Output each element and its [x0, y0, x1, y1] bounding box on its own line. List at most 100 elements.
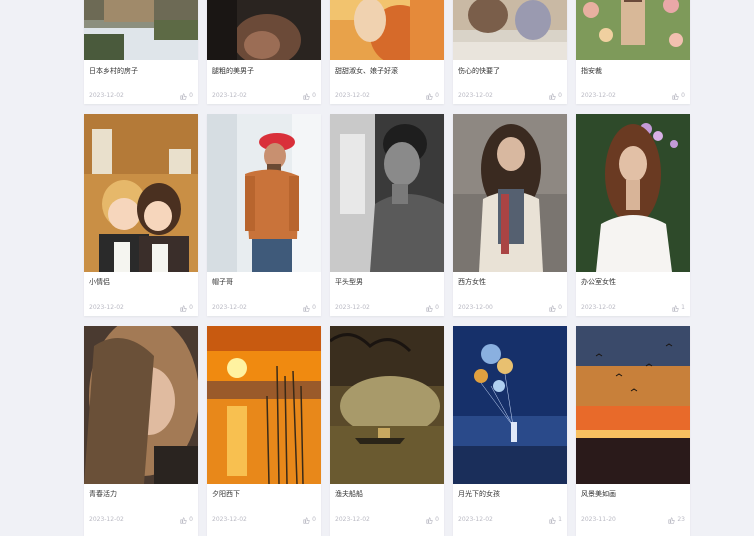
image-card[interactable]: 平头型男 2023-12-02 0 — [330, 114, 444, 316]
thumb-up-icon — [672, 92, 679, 100]
thumb-up-icon — [303, 304, 310, 312]
image-gallery-grid: 日本乡村的房子 2023-12-02 0 腿粗的美男子 2023-12-02 0 — [0, 0, 754, 536]
like-count[interactable]: 0 — [549, 304, 562, 312]
image-card[interactable]: 月光下的女孩 2023-12-02 1 — [453, 326, 567, 536]
thumb-up-icon — [180, 92, 187, 100]
like-count-value: 0 — [312, 516, 316, 523]
like-count[interactable]: 23 — [668, 516, 685, 524]
like-count[interactable]: 0 — [303, 304, 316, 312]
card-date: 2023-12-02 — [212, 92, 247, 99]
image-card[interactable]: 青春活力 2023-12-02 0 — [84, 326, 198, 536]
card-thumbnail[interactable] — [330, 326, 444, 484]
thumb-up-icon — [549, 516, 556, 524]
card-date: 2023-12-00 — [458, 304, 493, 311]
like-count[interactable]: 0 — [303, 516, 316, 524]
card-thumbnail[interactable] — [84, 114, 198, 272]
thumb-up-icon — [549, 304, 556, 312]
card-date: 2023-12-02 — [212, 304, 247, 311]
like-count[interactable]: 0 — [672, 92, 685, 100]
like-count-value: 0 — [558, 304, 562, 311]
like-count-value: 0 — [189, 516, 193, 523]
like-count[interactable]: 1 — [549, 516, 562, 524]
card-date: 2023-12-02 — [89, 304, 124, 311]
image-card[interactable]: 甜甜淑女、娘子好滚 2023-12-02 0 — [330, 0, 444, 104]
like-count-value: 0 — [681, 92, 685, 99]
image-card[interactable]: 指安裁 2023-12-02 0 — [576, 0, 690, 104]
image-card[interactable]: 渔夫船船 2023-12-02 0 — [330, 326, 444, 536]
card-title[interactable]: 平头型男 — [335, 278, 439, 287]
card-title[interactable]: 甜甜淑女、娘子好滚 — [335, 67, 439, 76]
like-count[interactable]: 0 — [426, 516, 439, 524]
card-title[interactable]: 渔夫船船 — [335, 490, 439, 499]
card-thumbnail[interactable] — [453, 114, 567, 272]
thumb-up-icon — [180, 304, 187, 312]
thumb-up-icon — [549, 92, 556, 100]
image-card[interactable]: 伤心的快要了 2023-12-02 0 — [453, 0, 567, 104]
like-count-value: 1 — [558, 516, 562, 523]
like-count[interactable]: 0 — [426, 92, 439, 100]
like-count[interactable]: 0 — [426, 304, 439, 312]
like-count-value: 0 — [435, 92, 439, 99]
card-thumbnail[interactable] — [84, 0, 198, 60]
card-thumbnail[interactable] — [207, 114, 321, 272]
card-title[interactable]: 腿粗的美男子 — [212, 67, 316, 76]
card-title[interactable]: 帽子哥 — [212, 278, 316, 287]
card-title[interactable]: 西方女性 — [458, 278, 562, 287]
card-date: 2023-12-02 — [212, 516, 247, 523]
card-date: 2023-12-02 — [89, 516, 124, 523]
card-title[interactable]: 日本乡村的房子 — [89, 67, 193, 76]
thumb-up-icon — [426, 92, 433, 100]
card-title[interactable]: 夕阳西下 — [212, 490, 316, 499]
like-count[interactable]: 0 — [549, 92, 562, 100]
image-card[interactable]: 办公室女性 2023-12-02 1 — [576, 114, 690, 316]
like-count[interactable]: 1 — [672, 304, 685, 312]
card-date: 2023-12-02 — [458, 516, 493, 523]
image-card[interactable]: 帽子哥 2023-12-02 0 — [207, 114, 321, 316]
like-count-value: 23 — [677, 516, 685, 523]
image-card[interactable]: 夕阳西下 2023-12-02 0 — [207, 326, 321, 536]
like-count-value: 0 — [189, 92, 193, 99]
card-thumbnail[interactable] — [330, 0, 444, 60]
image-card[interactable]: 西方女性 2023-12-00 0 — [453, 114, 567, 316]
image-card[interactable]: 日本乡村的房子 2023-12-02 0 — [84, 0, 198, 104]
card-thumbnail[interactable] — [84, 326, 198, 484]
card-date: 2023-11-20 — [581, 516, 616, 523]
like-count[interactable]: 0 — [180, 92, 193, 100]
card-title[interactable]: 月光下的女孩 — [458, 490, 562, 499]
card-date: 2023-12-02 — [581, 92, 616, 99]
thumb-up-icon — [672, 304, 679, 312]
like-count-value: 0 — [312, 304, 316, 311]
card-title[interactable]: 办公室女性 — [581, 278, 685, 287]
card-thumbnail[interactable] — [576, 114, 690, 272]
card-thumbnail[interactable] — [330, 114, 444, 272]
card-date: 2023-12-02 — [335, 304, 370, 311]
card-title[interactable]: 青春活力 — [89, 490, 193, 499]
thumb-up-icon — [180, 516, 187, 524]
card-title[interactable]: 指安裁 — [581, 67, 685, 76]
card-thumbnail[interactable] — [207, 0, 321, 60]
image-card[interactable]: 小情侣 2023-12-02 0 — [84, 114, 198, 316]
card-thumbnail[interactable] — [453, 326, 567, 484]
card-thumbnail[interactable] — [453, 0, 567, 60]
image-card[interactable]: 风景美如画 2023-11-20 23 — [576, 326, 690, 536]
card-thumbnail[interactable] — [576, 326, 690, 484]
thumb-up-icon — [303, 516, 310, 524]
card-thumbnail[interactable] — [207, 326, 321, 484]
card-date: 2023-12-02 — [89, 92, 124, 99]
card-title[interactable]: 小情侣 — [89, 278, 193, 287]
like-count[interactable]: 0 — [180, 516, 193, 524]
thumb-up-icon — [668, 516, 676, 524]
like-count-value: 0 — [189, 304, 193, 311]
card-date: 2023-12-02 — [335, 92, 370, 99]
like-count-value: 0 — [435, 516, 439, 523]
card-thumbnail[interactable] — [576, 0, 690, 60]
like-count[interactable]: 0 — [303, 92, 316, 100]
like-count-value: 0 — [558, 92, 562, 99]
card-date: 2023-12-02 — [581, 304, 616, 311]
card-title[interactable]: 风景美如画 — [581, 490, 685, 499]
image-card[interactable]: 腿粗的美男子 2023-12-02 0 — [207, 0, 321, 104]
card-title[interactable]: 伤心的快要了 — [458, 67, 562, 76]
like-count-value: 0 — [435, 304, 439, 311]
like-count[interactable]: 0 — [180, 304, 193, 312]
card-date: 2023-12-02 — [335, 516, 370, 523]
